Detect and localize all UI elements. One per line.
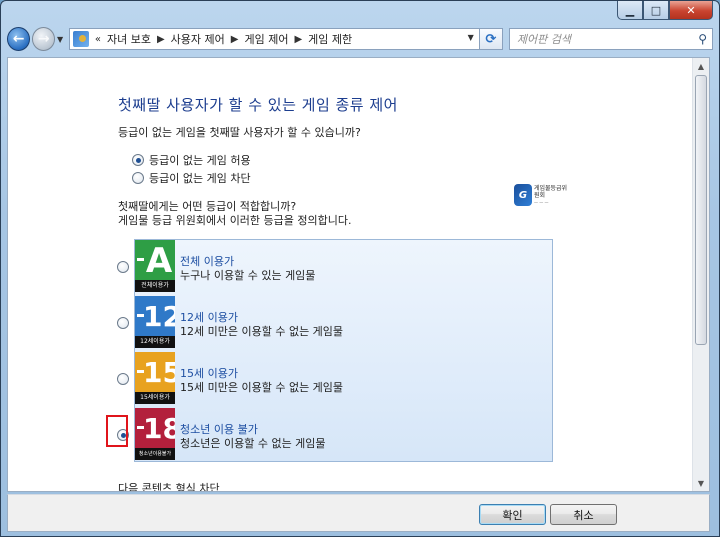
rating-18-description: 청소년은 이용할 수 없는 게임물	[180, 437, 326, 450]
breadcrumb-arrow-icon[interactable]: ▶	[157, 34, 165, 45]
rating-question-line1: 첫째딸에게는 어떤 등급이 적합합니까?	[118, 200, 297, 213]
rating-12-icon-caption: 12세이용가	[135, 336, 175, 348]
breadcrumb-user-controls[interactable]: 사용자 제어	[171, 31, 225, 47]
breadcrumb-arrow-icon[interactable]: ▶	[231, 34, 239, 45]
address-dropdown-icon[interactable]: ▼	[468, 33, 474, 42]
selection-highlight-box	[106, 415, 128, 447]
rating-board-logo-text: 게임물등급위원회	[533, 184, 568, 199]
allow-unrated-label: 등급이 없는 게임 허용	[149, 154, 251, 167]
control-panel-icon	[72, 31, 89, 47]
rating-18-icon-caption: 청소년이용불가	[135, 448, 175, 460]
dialog-button-bar: 확인 취소	[7, 494, 710, 532]
rating-all-icon-caption: 전체이용가	[135, 280, 175, 292]
breadcrumb-game-restrictions[interactable]: 게임 제한	[308, 31, 352, 47]
rating-15-icon-caption: 15세이용가	[135, 392, 175, 404]
forward-button[interactable]: →	[32, 27, 56, 51]
rating-radio-all[interactable]	[117, 261, 129, 273]
rating-all-description: 누구나 이용할 수 있는 게임물	[180, 269, 316, 282]
breadcrumb-overflow-icon[interactable]: «	[95, 34, 101, 45]
rating-option-all[interactable]: A 전체이용가 전체 이용가 누구나 이용할 수 있는 게임물	[135, 240, 552, 296]
rating-board-logo-mark: G	[514, 184, 532, 206]
rating-option-15[interactable]: 15 15세이용가 15세 이용가 15세 미만은 이용할 수 없는 게임물	[135, 352, 552, 408]
rating-12-icon: 12 12세이용가	[135, 296, 175, 348]
rating-option-12[interactable]: 12 12세이용가 12세 이용가 12세 미만은 이용할 수 없는 게임물	[135, 296, 552, 352]
back-button[interactable]: ←	[7, 27, 31, 51]
block-content-label: 다음 콘텐츠 형식 차단	[118, 482, 220, 492]
rating-12-description: 12세 미만은 이용할 수 없는 게임물	[180, 325, 344, 338]
rating-all-icon: A 전체이용가	[135, 240, 175, 292]
rating-15-icon: 15 15세이용가	[135, 352, 175, 404]
rating-question-line2: 게임물 등급 위원회에서 이러한 등급을 정의합니다.	[118, 214, 352, 227]
allow-unrated-radio[interactable]	[132, 154, 144, 166]
rating-18-icon: 18 청소년이용불가	[135, 408, 175, 460]
control-panel-window: ▁ □ ✕ ← → ▼ « 자녀 보호 ▶ 사용자 제어 ▶ 게임 제어 ▶ 게…	[0, 0, 720, 537]
rating-15-description: 15세 미만은 이용할 수 없는 게임물	[180, 381, 344, 394]
unrated-question: 등급이 없는 게임을 첫째딸 사용자가 할 수 있습니까?	[118, 126, 361, 139]
block-unrated-option[interactable]: 등급이 없는 게임 차단	[132, 170, 251, 186]
block-unrated-radio[interactable]	[132, 172, 144, 184]
rating-board-logo: G 게임물등급위원회 — — —	[514, 182, 570, 208]
scroll-up-icon[interactable]: ▲	[693, 58, 709, 74]
ok-button[interactable]: 확인	[479, 504, 546, 525]
breadcrumb-arrow-icon[interactable]: ▶	[294, 34, 302, 45]
rating-radio-15[interactable]	[117, 373, 129, 385]
search-icon[interactable]: ⚲	[698, 32, 707, 46]
scroll-down-icon[interactable]: ▼	[693, 475, 709, 491]
vertical-scrollbar[interactable]: ▲ ▼	[692, 58, 709, 491]
close-button[interactable]: ✕	[669, 1, 713, 20]
breadcrumb-parental-controls[interactable]: 자녀 보호	[107, 31, 151, 47]
scrollbar-thumb[interactable]	[695, 75, 707, 345]
allow-unrated-option[interactable]: 등급이 없는 게임 허용	[132, 152, 251, 168]
address-bar[interactable]: « 자녀 보호 ▶ 사용자 제어 ▶ 게임 제어 ▶ 게임 제한 ▼	[68, 28, 480, 50]
breadcrumb-game-controls[interactable]: 게임 제어	[244, 31, 288, 47]
rating-question: 첫째딸에게는 어떤 등급이 적합합니까? 게임물 등급 위원회에서 이러한 등급…	[118, 200, 352, 228]
cancel-button[interactable]: 취소	[550, 504, 617, 525]
navigation-bar: ← → ▼ « 자녀 보호 ▶ 사용자 제어 ▶ 게임 제어 ▶ 게임 제한 ▼…	[7, 25, 713, 53]
search-input[interactable]: 제어판 검색 ⚲	[508, 28, 713, 50]
maximize-button[interactable]: □	[643, 1, 669, 20]
refresh-button[interactable]: ⟳	[479, 28, 503, 50]
caption-buttons: ▁ □ ✕	[617, 1, 713, 21]
block-unrated-label: 등급이 없는 게임 차단	[149, 172, 251, 185]
recent-pages-dropdown[interactable]: ▼	[55, 35, 65, 44]
rating-option-18[interactable]: 18 청소년이용불가 청소년 이용 불가 청소년은 이용할 수 없는 게임물	[135, 408, 552, 464]
page-title: 첫째딸 사용자가 할 수 있는 게임 종류 제어	[118, 96, 398, 114]
ratings-list: A 전체이용가 전체 이용가 누구나 이용할 수 있는 게임물 12 12세이용…	[134, 239, 553, 462]
search-placeholder: 제어판 검색	[516, 33, 572, 46]
rating-radio-12[interactable]	[117, 317, 129, 329]
minimize-button[interactable]: ▁	[617, 1, 643, 20]
